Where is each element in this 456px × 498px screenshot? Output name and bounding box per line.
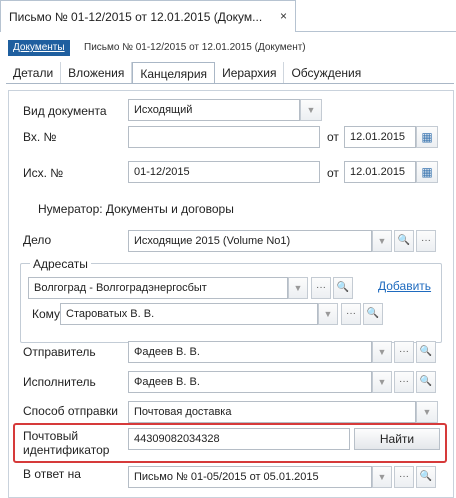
reply-to-label: В ответ на bbox=[23, 467, 81, 481]
addressee-select[interactable]: Волгоград - Волгоградэнергосбыт bbox=[28, 277, 288, 299]
breadcrumb-link-documents[interactable]: Документы bbox=[8, 40, 70, 56]
tab-attachments[interactable]: Вложения bbox=[61, 62, 133, 84]
executor-select[interactable]: Фадеев В. В. bbox=[128, 371, 372, 393]
search-icon[interactable]: 🔍 bbox=[416, 371, 436, 393]
recipient-select[interactable]: Староватых В. В. bbox=[60, 303, 318, 325]
outgoing-date-input[interactable]: 12.01.2015 bbox=[344, 161, 416, 183]
chevron-down-icon[interactable]: ▼ bbox=[372, 230, 392, 252]
search-icon[interactable]: 🔍 bbox=[363, 303, 383, 325]
outgoing-date-from-label: от bbox=[327, 166, 339, 180]
search-icon[interactable]: 🔍 bbox=[394, 230, 414, 252]
chevron-down-icon[interactable]: ▼ bbox=[300, 99, 322, 121]
incoming-date-input[interactable]: 12.01.2015 bbox=[344, 126, 416, 148]
chevron-down-icon[interactable]: ▼ bbox=[416, 401, 438, 423]
postal-id-input[interactable]: 44309082034328 bbox=[128, 428, 350, 450]
sender-select[interactable]: Фадеев В. В. bbox=[128, 341, 372, 363]
more-icon[interactable]: ··· bbox=[394, 466, 414, 488]
reply-to-select[interactable]: Письмо № 01-05/2015 от 05.01.2015 bbox=[128, 466, 372, 488]
send-method-select[interactable]: Почтовая доставка bbox=[128, 401, 416, 423]
find-button[interactable]: Найти bbox=[354, 428, 440, 450]
tab-strip-divider bbox=[296, 31, 456, 32]
breadcrumb-current: Письмо № 01-12/2015 от 12.01.2015 (Докум… bbox=[84, 42, 306, 53]
search-icon[interactable]: 🔍 bbox=[416, 466, 436, 488]
chevron-down-icon[interactable]: ▼ bbox=[318, 303, 338, 325]
chevron-down-icon[interactable]: ▼ bbox=[372, 466, 392, 488]
more-icon[interactable]: ··· bbox=[394, 371, 414, 393]
addressees-legend: Адресаты bbox=[30, 257, 91, 271]
chevron-down-icon[interactable]: ▼ bbox=[372, 341, 392, 363]
postal-id-label-line1: Почтовый bbox=[23, 429, 79, 443]
more-icon[interactable]: ··· bbox=[341, 303, 361, 325]
window-tab-title: Письмо № 01-12/2015 от 12.01.2015 (Докум… bbox=[9, 10, 263, 24]
more-icon[interactable]: ··· bbox=[416, 230, 436, 252]
outgoing-number-label: Исх. № bbox=[23, 166, 64, 180]
send-method-label: Способ отправки bbox=[23, 404, 118, 418]
more-icon[interactable]: ··· bbox=[311, 277, 331, 299]
case-label: Дело bbox=[23, 233, 52, 247]
numerator-text: Нумератор: Документы и договоры bbox=[38, 202, 234, 216]
calendar-icon[interactable]: ▦ bbox=[416, 126, 438, 148]
sender-label: Отправитель bbox=[23, 345, 96, 359]
search-icon[interactable]: 🔍 bbox=[416, 341, 436, 363]
postal-id-label-line2: идентификатор bbox=[23, 443, 110, 457]
calendar-icon[interactable]: ▦ bbox=[416, 161, 438, 183]
tab-details[interactable]: Детали bbox=[6, 62, 62, 84]
chevron-down-icon[interactable]: ▼ bbox=[288, 277, 308, 299]
chevron-down-icon[interactable]: ▼ bbox=[372, 371, 392, 393]
detail-tabs: Детали Вложения Канцелярия Иерархия Обсу… bbox=[6, 62, 368, 84]
incoming-number-label: Вх. № bbox=[23, 130, 57, 144]
add-addressee-link[interactable]: Добавить bbox=[378, 279, 431, 293]
recipient-label: Кому bbox=[32, 307, 61, 321]
close-icon[interactable]: × bbox=[280, 9, 287, 23]
outgoing-number-input[interactable]: 01-12/2015 bbox=[128, 161, 320, 183]
incoming-date-from-label: от bbox=[327, 130, 339, 144]
document-window-tab[interactable]: Письмо № 01-12/2015 от 12.01.2015 (Докум… bbox=[0, 0, 296, 32]
tab-discussions[interactable]: Обсуждения bbox=[284, 62, 368, 84]
tab-office[interactable]: Канцелярия bbox=[132, 62, 216, 84]
more-icon[interactable]: ··· bbox=[394, 341, 414, 363]
case-select[interactable]: Исходящие 2015 (Volume No1) bbox=[128, 230, 372, 252]
incoming-number-input[interactable] bbox=[128, 126, 320, 148]
tab-hierarchy[interactable]: Иерархия bbox=[215, 62, 285, 84]
executor-label: Исполнитель bbox=[23, 375, 96, 389]
tabs-divider bbox=[6, 83, 454, 84]
doc-type-label: Вид документа bbox=[23, 104, 107, 118]
search-icon[interactable]: 🔍 bbox=[333, 277, 353, 299]
doc-type-select[interactable]: Исходящий bbox=[128, 99, 300, 121]
